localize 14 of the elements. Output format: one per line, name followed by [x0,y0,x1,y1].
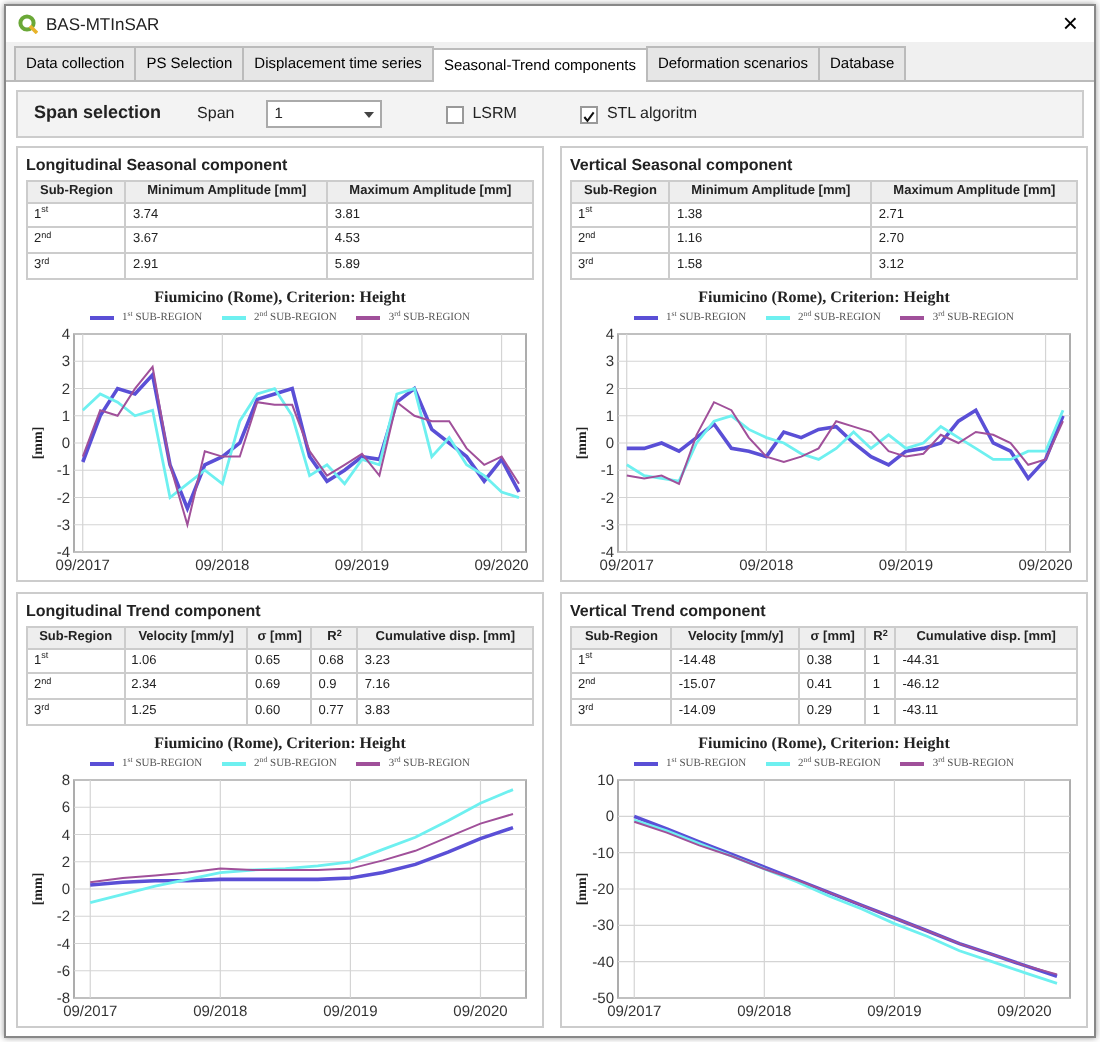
panel-title: Vertical Seasonal component [570,154,795,179]
chart-title: Fiumicino (Rome), Criterion: Height [152,285,408,310]
chart-title: Fiumicino (Rome), Criterion: Height [696,731,952,756]
panel-title: Vertical Trend component [570,600,768,625]
chart-title: Fiumicino (Rome), Criterion: Height [152,731,408,756]
section-title: Span selection [34,100,162,127]
panel-title: Longitudinal Seasonal component [26,154,290,179]
checkbox-label: LSRM [472,102,517,127]
field-label: Span [197,102,235,127]
checkbox-label: STL algoritm [606,102,698,127]
chart-title: Fiumicino (Rome), Criterion: Height [696,285,952,310]
panel-title: Longitudinal Trend component [26,600,263,625]
window-title: BAS-MTInSAR [46,11,160,37]
close-button[interactable]: × [1058,10,1082,37]
